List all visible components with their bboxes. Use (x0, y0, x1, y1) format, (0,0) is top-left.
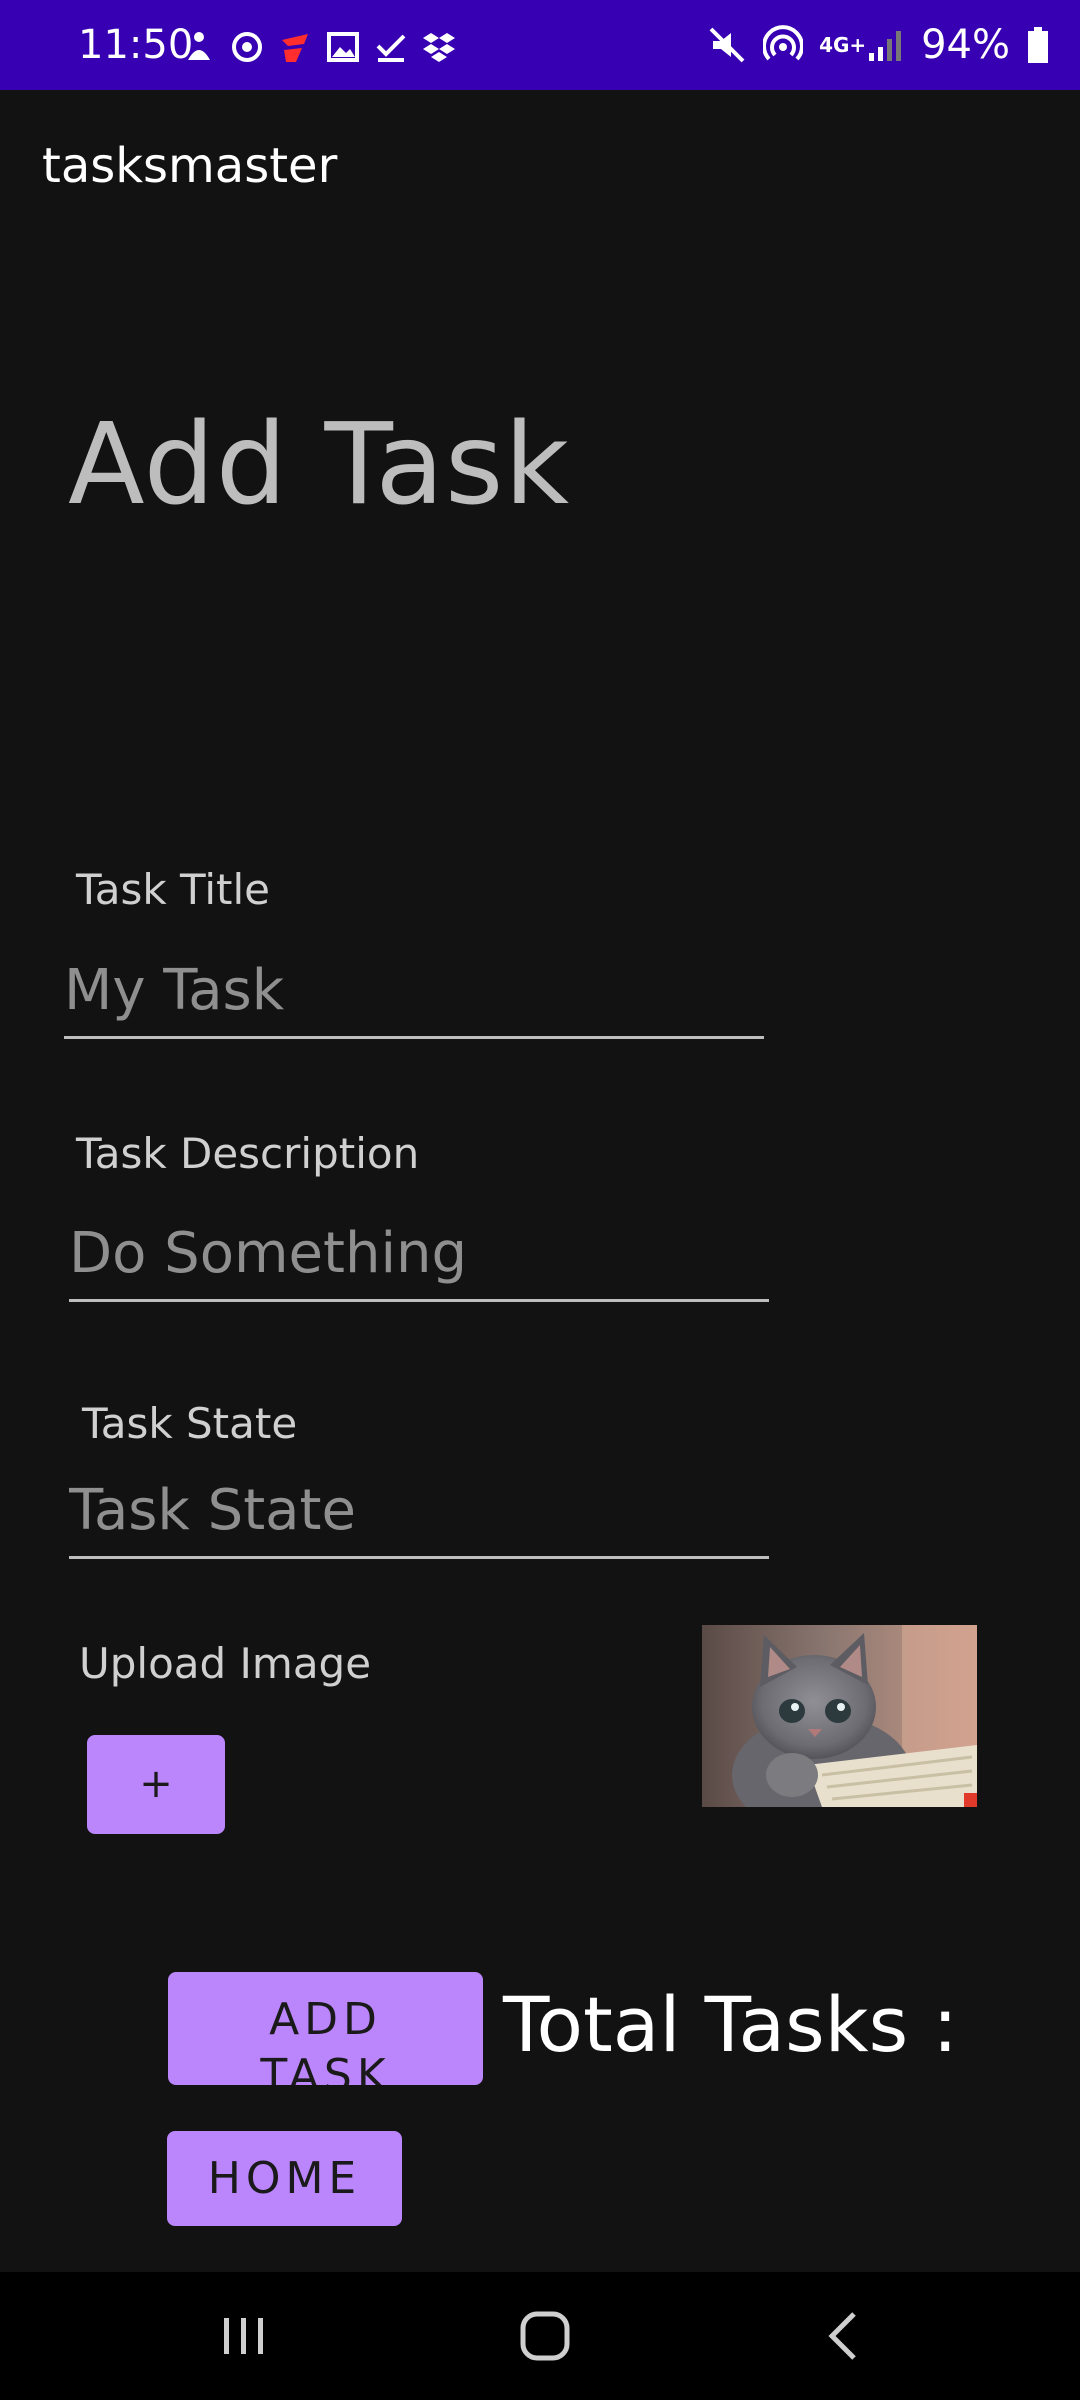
sync-icon (230, 30, 264, 64)
status-left-icons (182, 30, 456, 64)
image-icon (326, 30, 360, 64)
battery-icon (1026, 25, 1050, 65)
accessibility-icon (182, 30, 216, 64)
navigation-bar (0, 2272, 1080, 2400)
task-title-input[interactable] (64, 944, 764, 1039)
upload-image-button[interactable]: + (87, 1735, 225, 1834)
app-title: tasksmaster (42, 138, 338, 194)
home-icon[interactable] (515, 2306, 575, 2366)
task-state-label: Task State (82, 1399, 298, 1448)
hotspot-icon (762, 25, 805, 65)
status-time: 11:50 (78, 22, 194, 68)
total-tasks-label: Total Tasks : (503, 1980, 959, 2069)
back-icon[interactable] (816, 2306, 876, 2366)
checkmark-icon (374, 30, 408, 64)
network-type: 4G+ (819, 33, 867, 57)
task-state-input[interactable] (69, 1464, 769, 1559)
task-title-label: Task Title (76, 865, 271, 914)
home-button[interactable]: HOME (167, 2131, 402, 2226)
signal-icon (865, 25, 905, 65)
battery-percentage: 94% (921, 22, 1010, 68)
add-task-button[interactable]: ADD TASK (168, 1972, 483, 2085)
recent-apps-icon[interactable] (214, 2306, 274, 2366)
task-description-label: Task Description (76, 1129, 420, 1178)
app-notification-icon (278, 30, 312, 64)
status-bar: 11:50 4G+ 94% (0, 0, 1080, 90)
upload-image-label: Upload Image (79, 1639, 372, 1688)
status-right-icons: 4G+ 94% (707, 22, 1050, 68)
dropbox-icon (422, 30, 456, 64)
page-title: Add Task (68, 400, 571, 530)
mute-icon (707, 25, 747, 65)
task-description-input[interactable] (69, 1207, 769, 1302)
kitten-image (702, 1625, 977, 1807)
add-task-button-label: ADD TASK (260, 1994, 391, 2085)
